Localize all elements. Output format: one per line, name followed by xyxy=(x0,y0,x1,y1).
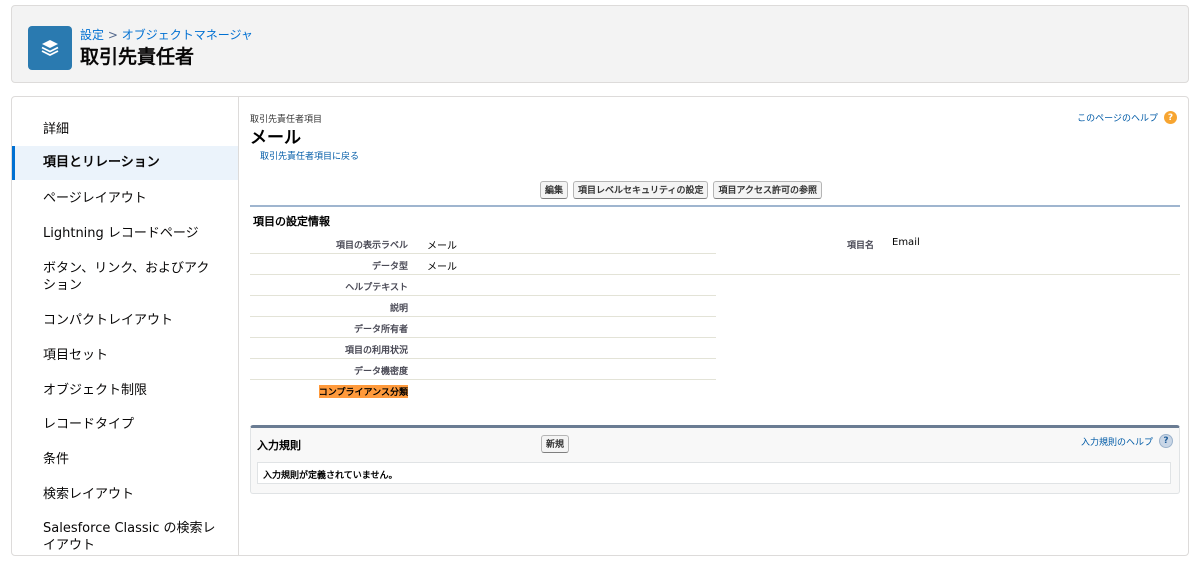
field-row: 項目の表示ラベル メール xyxy=(250,233,716,254)
breadcrumb-object-manager-link[interactable]: オブジェクトマネージャ xyxy=(122,28,253,42)
sidebar-item-details[interactable]: 詳細 xyxy=(12,121,238,138)
section-divider xyxy=(250,205,1180,207)
help-icon: ? xyxy=(1164,111,1177,124)
sidebar: 詳細 項目とリレーション ページレイアウト Lightning レコードページ … xyxy=(12,97,239,555)
field-row-api-name: 項目名 Email xyxy=(716,233,1180,275)
field-label: 項目の利用状況 xyxy=(344,346,408,356)
field-row: データ所有者 xyxy=(250,317,716,338)
layers-icon xyxy=(28,26,72,70)
field-value: メール xyxy=(427,241,457,252)
field-label: データ所有者 xyxy=(353,325,408,335)
field-detail-main: 取引先責任者項目 メール 取引先責任者項目に戻る このページのヘルプ ? 編集 … xyxy=(250,97,1182,555)
validation-rules-title: 入力規則 xyxy=(257,439,301,452)
field-label: 項目の表示ラベル xyxy=(335,241,408,251)
field-info-section-title: 項目の設定情報 xyxy=(253,215,330,228)
view-field-access-button[interactable]: 項目アクセス許可の参照 xyxy=(713,181,823,199)
sidebar-item-compact-layouts[interactable]: コンパクトレイアウト xyxy=(12,312,238,329)
page-help-label: このページのヘルプ xyxy=(1077,114,1158,124)
field-row: データ機密度 xyxy=(250,359,716,380)
page-title: 取引先責任者 xyxy=(80,46,195,68)
field-row: データ型 メール xyxy=(250,254,716,275)
sidebar-item-buttons-links-actions[interactable]: ボタン、リンク、およびアクション xyxy=(12,260,238,294)
compliance-classification-label: コンプライアンス分類 xyxy=(318,385,408,398)
help-icon: ? xyxy=(1159,434,1173,448)
field-level-security-button[interactable]: 項目レベルセキュリティの設定 xyxy=(573,181,709,199)
sidebar-item-record-types[interactable]: レコードタイプ xyxy=(12,416,238,433)
field-row: ヘルプテキスト xyxy=(250,275,716,296)
sidebar-item-field-sets[interactable]: 項目セット xyxy=(12,347,238,364)
sidebar-item-classic-search-layouts[interactable]: Salesforce Classic の検索レイアウト xyxy=(12,520,238,554)
validation-rules-help-label: 入力規則のヘルプ xyxy=(1080,437,1153,448)
page-help-link[interactable]: このページのヘルプ ? xyxy=(1077,111,1177,124)
sidebar-item-object-limits[interactable]: オブジェクト制限 xyxy=(12,382,238,399)
breadcrumb: 設定 > オブジェクトマネージャ xyxy=(80,26,253,43)
back-to-fields-link[interactable]: 取引先責任者項目に戻る xyxy=(260,149,359,162)
field-label: 項目名 xyxy=(846,241,874,251)
sidebar-item-conditions[interactable]: 条件 xyxy=(12,451,238,468)
sidebar-item-page-layouts[interactable]: ページレイアウト xyxy=(12,190,238,207)
validation-rules-empty-message: 入力規則が定義されていません。 xyxy=(257,462,1171,484)
field-label: データ型 xyxy=(371,262,408,272)
new-validation-rule-button[interactable]: 新規 xyxy=(541,435,570,453)
field-button-row: 編集 項目レベルセキュリティの設定 項目アクセス許可の参照 xyxy=(540,181,823,199)
field-row: 説明 xyxy=(250,296,716,317)
field-row: コンプライアンス分類 xyxy=(250,380,716,400)
validation-rules-help-link[interactable]: 入力規則のヘルプ ? xyxy=(1081,434,1173,448)
sidebar-item-fields-relationships[interactable]: 項目とリレーション xyxy=(12,146,238,180)
field-label: 説明 xyxy=(389,304,408,314)
field-title: メール xyxy=(250,128,301,148)
sidebar-item-search-layouts[interactable]: 検索レイアウト xyxy=(12,486,238,503)
field-value: Email xyxy=(892,237,920,248)
field-value: メール xyxy=(427,262,457,273)
setup-header: 設定 > オブジェクトマネージャ 取引先責任者 xyxy=(11,5,1189,83)
field-label: データ機密度 xyxy=(353,367,408,377)
sidebar-item-lightning-record-pages[interactable]: Lightning レコードページ xyxy=(12,225,238,242)
field-row: 項目の利用状況 xyxy=(250,338,716,359)
edit-button[interactable]: 編集 xyxy=(540,181,569,199)
breadcrumb-setup-link[interactable]: 設定 xyxy=(80,28,104,42)
content-panel: 詳細 項目とリレーション ページレイアウト Lightning レコードページ … xyxy=(11,96,1189,556)
validation-rules-section: 入力規則 新規 入力規則のヘルプ ? 入力規則が定義されていません。 xyxy=(250,425,1180,494)
breadcrumb-separator: > xyxy=(104,28,122,42)
field-label: ヘルプテキスト xyxy=(345,283,408,293)
